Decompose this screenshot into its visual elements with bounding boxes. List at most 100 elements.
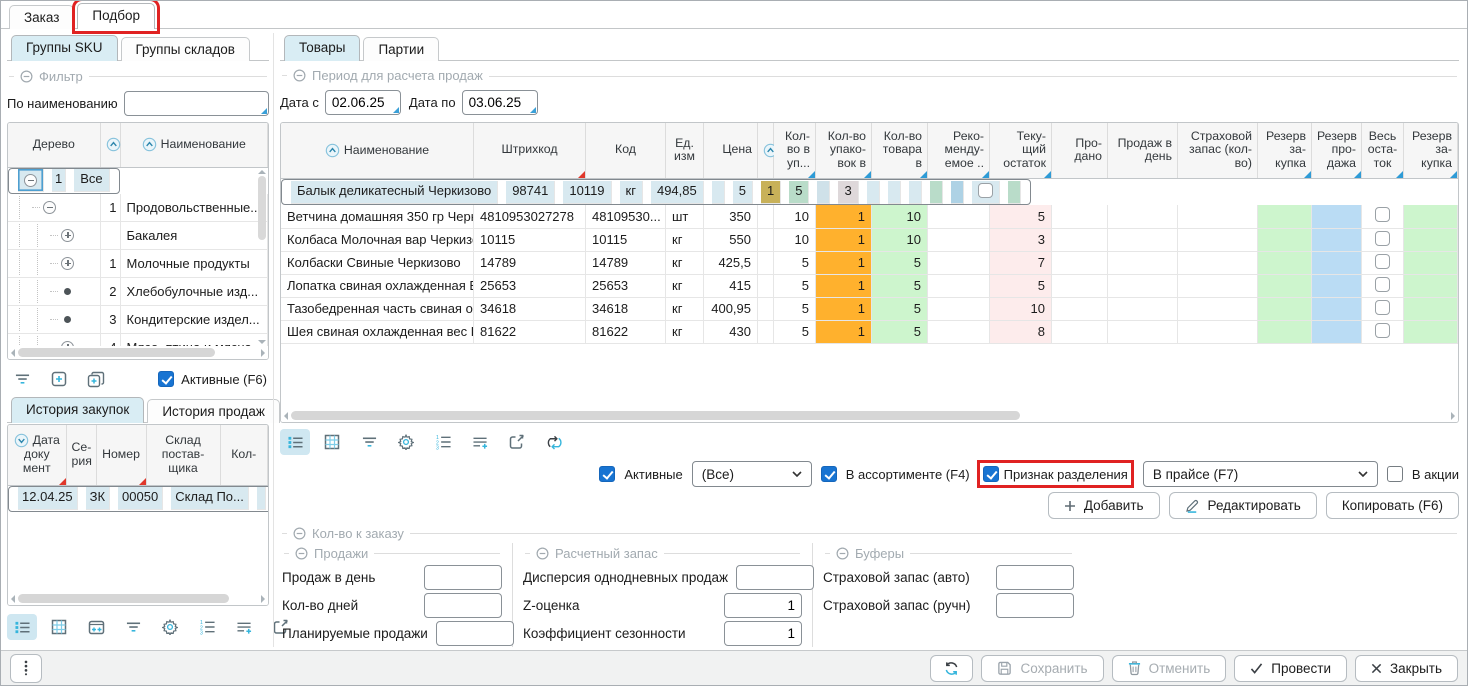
cell[interactable]: 98741 [506, 181, 555, 204]
sort-up-icon[interactable] [106, 137, 121, 152]
cell[interactable] [758, 251, 774, 274]
tree-expander-cell[interactable] [8, 277, 100, 305]
tree-row[interactable]: 1Все [8, 168, 120, 194]
cell[interactable]: 25653 [586, 274, 666, 297]
table-row[interactable]: Шея свиная охлажденная вес Бо...81622816… [281, 320, 1458, 343]
tree-order-cell[interactable]: 3 [100, 305, 120, 333]
cell[interactable] [1008, 181, 1021, 204]
column-header[interactable]: Дерево [8, 123, 100, 167]
column-header[interactable]: Резерв за- купка [1404, 123, 1458, 179]
filter-icon[interactable] [118, 614, 148, 640]
cell[interactable]: Лопатка свиная охлажденная Бел... [281, 274, 474, 297]
cell[interactable]: 3 [838, 181, 858, 204]
list-add-icon[interactable] [229, 614, 259, 640]
gear-icon[interactable] [391, 429, 421, 455]
tree-order-cell[interactable]: 1 [100, 194, 120, 222]
column-header[interactable]: Про- дано [1052, 123, 1108, 179]
cell[interactable] [1258, 251, 1312, 274]
list-view-icon[interactable] [280, 429, 310, 455]
cell[interactable] [930, 181, 943, 204]
cell[interactable] [1052, 228, 1108, 251]
cell[interactable]: 350 [704, 205, 758, 228]
buffers-field-input[interactable] [996, 565, 1074, 590]
row-checkbox[interactable] [1375, 277, 1390, 292]
cell[interactable] [758, 274, 774, 297]
tree-vertical-scrollbar[interactable] [256, 168, 267, 347]
cell[interactable]: кг [620, 181, 643, 204]
active-checkbox[interactable] [599, 466, 615, 482]
cell[interactable] [1178, 205, 1258, 228]
cell[interactable]: 5 [872, 297, 928, 320]
date-from-input[interactable] [325, 90, 401, 115]
add-box-icon[interactable] [44, 366, 74, 392]
cell[interactable]: 5 [990, 274, 1052, 297]
table-row[interactable]: Ветчина домашняя 350 гр Черкиз...4810953… [281, 205, 1458, 228]
collapse-icon[interactable] [536, 547, 549, 560]
tree-order-cell[interactable] [100, 221, 120, 249]
cell[interactable]: 34618 [586, 297, 666, 320]
filter-icon[interactable] [354, 429, 384, 455]
cell[interactable]: кг [666, 251, 704, 274]
cell[interactable] [1362, 320, 1404, 343]
tree-order-cell[interactable]: 1 [100, 249, 120, 277]
cell[interactable]: 00050 [118, 487, 163, 510]
cell[interactable] [1362, 274, 1404, 297]
column-header[interactable]: Склад постав- щика [146, 425, 220, 485]
numbered-list-icon[interactable]: 123 [428, 429, 458, 455]
table-row[interactable]: Балык деликатесный Черкизово9874110119кг… [281, 179, 1031, 205]
tab-товары[interactable]: Товары [284, 35, 360, 61]
column-header[interactable]: Штрихкод [474, 123, 586, 179]
grid-icon[interactable] [317, 429, 347, 455]
cell[interactable] [928, 297, 990, 320]
cell[interactable]: шт [666, 205, 704, 228]
tab-заказ[interactable]: Заказ [9, 5, 74, 29]
leaf-dot-icon[interactable] [64, 288, 71, 295]
row-checkbox[interactable] [1375, 300, 1390, 315]
loop-icon[interactable] [539, 429, 569, 455]
cell[interactable]: 8 [990, 320, 1052, 343]
column-header[interactable]: Наименование [120, 123, 268, 167]
column-header[interactable]: Кол-во упако- вок в [816, 123, 872, 179]
cell[interactable]: кг [666, 274, 704, 297]
column-header[interactable]: Номер [96, 425, 146, 485]
tab-группы-складов[interactable]: Группы складов [121, 37, 250, 61]
tree-name-cell[interactable]: Молочные продукты [120, 249, 268, 277]
price-select[interactable]: В прайсе (F7) [1143, 461, 1378, 487]
cell[interactable]: 10115 [474, 228, 586, 251]
collapse-icon[interactable] [24, 174, 37, 187]
cell[interactable]: 12.04.25 [18, 487, 78, 510]
row-checkbox[interactable] [1375, 231, 1390, 246]
cell[interactable]: 34618 [474, 297, 586, 320]
cell[interactable]: 5 [990, 205, 1052, 228]
tree-name-cell[interactable]: Продовольственные... [120, 194, 268, 222]
cell[interactable]: кг [666, 320, 704, 343]
cell[interactable]: 1 [816, 274, 872, 297]
cell[interactable]: Колбаса Молочная вар Черкизово [281, 228, 474, 251]
cell[interactable] [1052, 205, 1108, 228]
add-button[interactable]: Добавить [1048, 492, 1160, 519]
cell[interactable] [1404, 274, 1458, 297]
cell[interactable]: 48109530... [586, 205, 666, 228]
leaf-dot-icon[interactable] [64, 316, 71, 323]
cell[interactable]: 1 [816, 251, 872, 274]
tree-order-cell[interactable]: 4 [100, 333, 120, 346]
cell[interactable] [888, 181, 901, 204]
cell[interactable]: Склад По... [171, 487, 249, 510]
tree-order-cell[interactable]: 1 [52, 169, 66, 192]
cell[interactable] [867, 181, 880, 204]
filter-icon[interactable] [7, 366, 37, 392]
cell[interactable]: 25653 [474, 274, 586, 297]
sales-field-input[interactable] [424, 593, 502, 618]
column-header[interactable]: Кол- [220, 425, 268, 485]
cell[interactable]: ЗК [86, 487, 110, 510]
cell[interactable] [928, 228, 990, 251]
expand-icon[interactable] [61, 341, 74, 347]
list-add-icon[interactable] [465, 429, 495, 455]
goods-horizontal-scrollbar[interactable] [281, 409, 1458, 422]
sort-up-icon[interactable] [325, 143, 340, 158]
calc-stock-field-input[interactable] [724, 593, 802, 618]
cell[interactable] [1052, 320, 1108, 343]
assortment-checkbox[interactable] [821, 466, 837, 482]
cell[interactable]: Тазобедренная часть свиная охл... [281, 297, 474, 320]
sales-field-input[interactable] [436, 621, 514, 646]
